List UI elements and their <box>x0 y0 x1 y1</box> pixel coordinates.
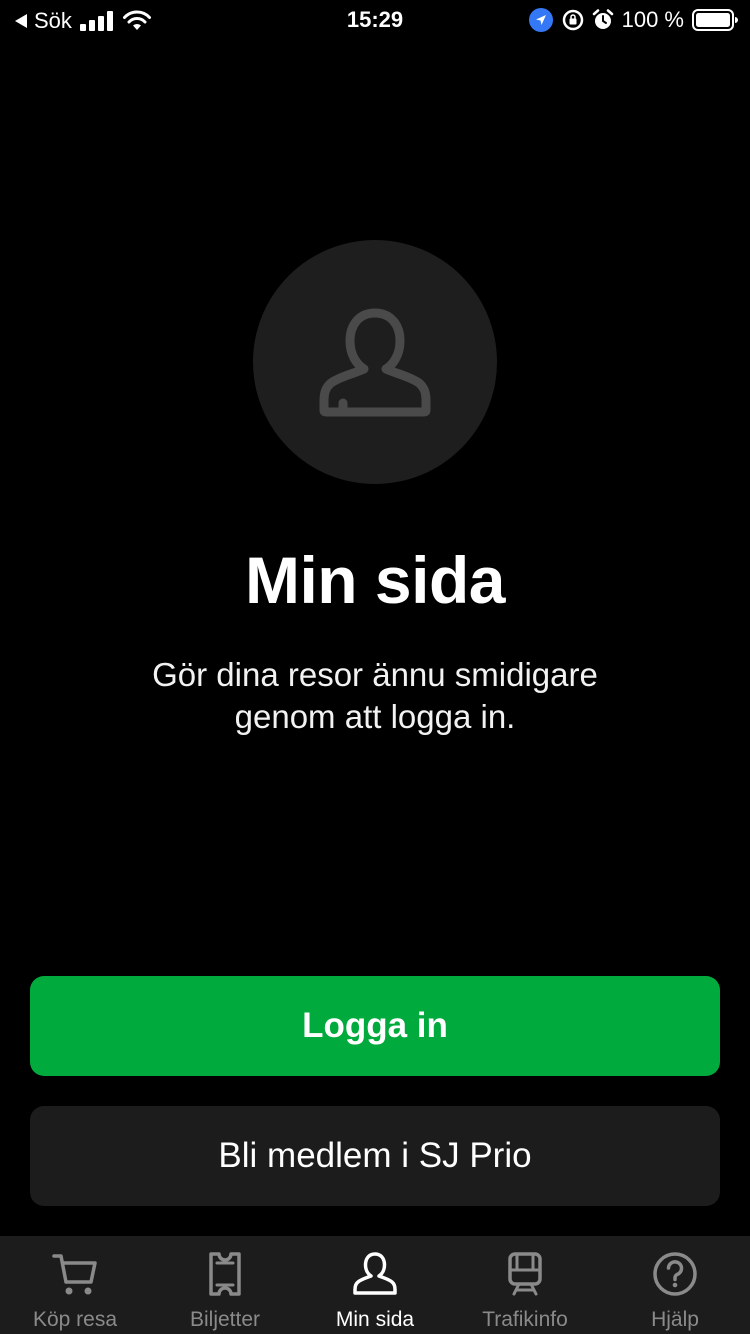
app-root: Sök 15:29 100 % Min sida Gör dina resor … <box>0 0 750 1334</box>
tab-min-sida[interactable]: Min sida <box>300 1236 450 1334</box>
battery-icon <box>692 9 738 31</box>
tab-bar: Köp resa Biljetter Min sida Trafikinfo H… <box>0 1236 750 1334</box>
tab-label: Köp resa <box>32 1308 118 1331</box>
page-subtitle: Gör dina resor ännu smidigare genom att … <box>152 656 598 735</box>
tab-label: Trafikinfo <box>482 1308 568 1331</box>
tab-kop-resa[interactable]: Köp resa <box>0 1236 150 1334</box>
tab-label: Hjälp <box>651 1308 699 1331</box>
tab-trafikinfo[interactable]: Trafikinfo <box>450 1236 600 1334</box>
location-icon <box>528 8 553 32</box>
tab-label: Biljetter <box>189 1308 261 1331</box>
tab-biljetter[interactable]: Biljetter <box>150 1236 300 1334</box>
login-button[interactable]: Logga in <box>30 976 720 1076</box>
alarm-icon <box>592 9 613 29</box>
person-icon <box>352 1250 398 1298</box>
tab-hjalp[interactable]: Hjälp <box>600 1236 750 1334</box>
join-sj-prio-button[interactable]: Bli medlem i SJ Prio <box>30 1106 720 1206</box>
help-icon <box>652 1250 698 1298</box>
avatar <box>253 240 497 484</box>
train-icon <box>505 1250 545 1298</box>
page-title: Min sida <box>244 543 506 617</box>
person-placeholder-icon <box>319 308 431 417</box>
ticket-icon <box>207 1250 243 1298</box>
rotation-lock-icon <box>562 9 583 31</box>
battery-percentage: 100 % <box>621 7 684 32</box>
status-bar-right: 100 % <box>528 7 738 33</box>
tab-label: Min sida <box>335 1308 415 1331</box>
cart-icon <box>51 1250 99 1298</box>
status-bar: Sök 15:29 100 % <box>0 0 750 40</box>
